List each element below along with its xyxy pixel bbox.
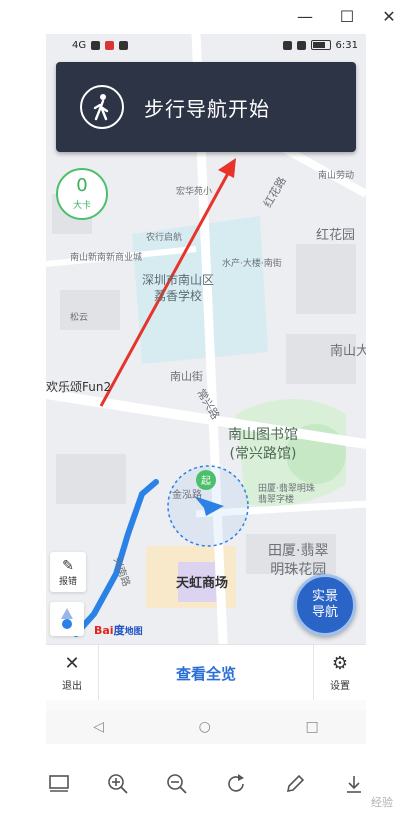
download-button[interactable] [341,771,367,797]
status-bar: 4G 6:31 [46,34,366,56]
building [60,290,120,330]
map-label-shuxin: 水产·大楼·南街 [222,259,282,269]
map-label-jin: 金泓路 [172,490,202,501]
bluetooth-icon [296,40,306,50]
start-marker-label: 起 [201,475,211,487]
phone-screen: 起 4G 6:31 步行导航开始 0 大卡 深圳市南山区 荔香学校 南山图书馆 … [46,34,366,710]
zoom-out-icon [167,774,187,794]
recents-icon[interactable]: □ [305,719,318,735]
baidu-map-logo: Bai度地图 [94,624,143,637]
map-label-nanxin: 南山新南新商业城 [70,253,143,263]
map-label-mall: 天虹商场 [176,576,229,591]
bottom-spacer [46,700,366,710]
report-label: 报错 [58,576,77,587]
maximize-button[interactable]: ☐ [337,6,357,26]
map-label-nonghang: 农行启航 [146,233,183,243]
banner-title: 步行导航开始 [144,96,270,121]
map-label-nanshan-street: 南山街 [170,370,203,383]
map-label-nanshan-labor: 南山劳动 [318,171,355,181]
map-label-library: 南山图书馆 (常兴路馆) [228,427,298,462]
report-error-button[interactable]: ✎ 报错 [50,552,86,592]
navigation-banner: 步行导航开始 [56,62,356,152]
settings-label: 设置 [330,681,350,692]
zoom-in-icon [108,774,128,794]
gear-icon: ⚙ [331,653,349,674]
ar-navigation-button[interactable]: 实景 导航 [294,574,356,636]
ar-nav-label-1: 实景 [311,589,338,604]
map-label-songyuan: 松云 [70,313,89,323]
building [56,454,126,504]
android-nav-bar: ◁ ○ □ [46,710,366,744]
viewer-toolbar [0,760,413,808]
home-icon[interactable]: ○ [199,719,211,735]
bottom-toolbar: ✕ 退出 查看全览 ⚙ 设置 [46,644,366,701]
thumbnail-icon [49,775,70,792]
close-button[interactable]: ✕ [379,6,399,26]
ar-nav-label-2: 导航 [311,605,338,620]
download-icon [346,776,361,793]
rotate-icon [228,774,244,792]
thumbnail-button[interactable] [46,771,72,797]
calorie-value: 0 [76,175,88,196]
map-label-hongling: 红花园 [316,228,356,243]
map-label-tianxia: 田厦·翡翠明珠 翡翠字楼 [258,484,315,505]
edit-icon: ✎ [62,557,74,574]
window-controls: — ☐ ✕ [295,6,399,26]
exit-button[interactable]: ✕ 退出 [46,645,98,701]
exit-label: 退出 [62,681,82,692]
zoom-out-button[interactable] [164,771,190,797]
minimize-button[interactable]: — [295,6,315,26]
calorie-unit: 大卡 [72,201,91,211]
signal-label: 4G [72,39,87,51]
settings-button[interactable]: ⚙ 设置 [314,645,366,701]
compass-icon [61,608,73,629]
walking-icon [80,85,124,129]
map-label-school: 深圳市南山区 荔香学校 [142,273,215,303]
notification-icon [105,40,115,50]
calorie-counter[interactable]: 0 大卡 [56,168,108,220]
pencil-icon [286,774,304,793]
compass-button[interactable] [50,602,84,636]
map-label-hongshan: 宏华苑小 [176,187,213,197]
clock: 6:31 [335,39,358,51]
map-label-nanshan: 南山大 [330,344,366,359]
building [296,244,356,314]
wifi-icon [91,40,101,50]
overview-button[interactable]: 查看全览 [98,645,314,701]
map-label-fun: 欢乐颂Fun2 [46,380,112,394]
close-icon: ✕ [64,653,80,674]
back-icon[interactable]: ◁ [93,719,104,735]
message-icon [119,40,129,50]
battery-icon [310,40,331,50]
zoom-in-button[interactable] [105,771,131,797]
watermark: 经验 [371,796,393,809]
rotate-button[interactable] [223,771,249,797]
alarm-icon [282,40,292,50]
edit-button[interactable] [282,771,308,797]
